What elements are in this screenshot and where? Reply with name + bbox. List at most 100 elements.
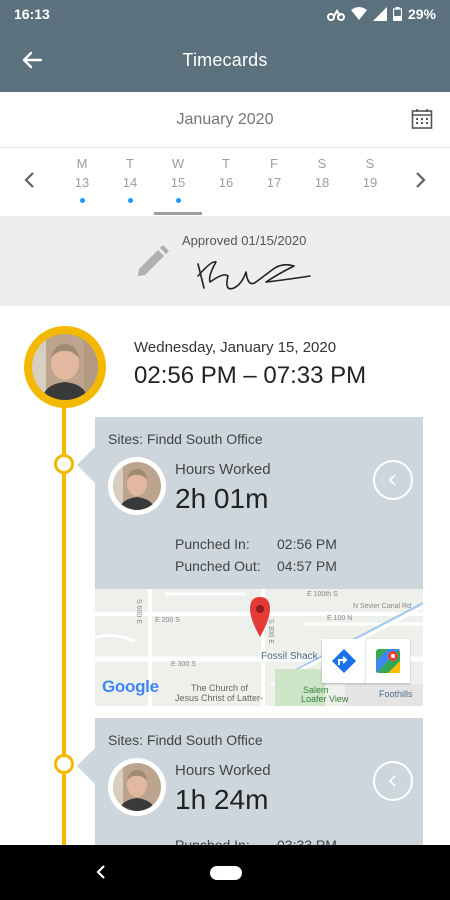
day-letter: S <box>365 156 375 171</box>
google-logo: Google <box>102 677 159 696</box>
next-week-button[interactable] <box>408 168 432 192</box>
signature-image <box>197 260 311 290</box>
map-street-label: S 600 E <box>135 599 142 624</box>
map-street-label: N Sevier Canal Rd <box>353 603 411 610</box>
punched-out-time: 04:57 PM <box>277 558 337 574</box>
bluetooth-icon <box>326 9 345 21</box>
day-number: 19 <box>362 175 378 190</box>
approval-section: Approved 01/15/2020 <box>0 216 450 306</box>
map-street-label: E 200 S <box>155 617 180 624</box>
shift-time-range: 02:56 PM – 07:33 PM <box>134 362 367 389</box>
timeline-node <box>54 754 74 774</box>
day-monday[interactable]: M 13 <box>62 156 102 203</box>
selected-day-indicator <box>154 212 202 215</box>
status-bar: 16:13 29% <box>0 0 450 28</box>
chevron-left-icon <box>388 474 396 486</box>
status-icons: 29% <box>326 6 436 22</box>
user-avatar <box>24 326 106 408</box>
page-title: Timecards <box>182 49 268 70</box>
day-number: 17 <box>266 175 282 190</box>
punched-out-row: Punched Out: 04:57 PM <box>175 558 337 574</box>
day-letter: W <box>171 156 185 171</box>
map-street-label: S 300 E <box>267 619 274 644</box>
punch-card[interactable]: Sites: Findd South Office Hours Worked 1… <box>77 718 423 853</box>
day-wednesday[interactable]: W 15 <box>158 156 198 203</box>
avatar-photo <box>32 334 98 400</box>
day-letter: T <box>222 156 230 171</box>
punch-card[interactable]: Sites: Findd South Office Hours Worked 2… <box>77 417 423 589</box>
chevron-left-icon <box>388 775 396 787</box>
card-site: Sites: Findd South Office <box>108 732 263 748</box>
entry-dot <box>175 198 181 203</box>
day-number: 18 <box>314 175 330 190</box>
app-bar: Timecards <box>0 28 450 92</box>
day-number: 15 <box>170 175 186 190</box>
map-street-label: E 100th S <box>307 591 338 598</box>
day-friday[interactable]: F 17 <box>254 156 294 192</box>
day-letter: T <box>126 156 134 171</box>
directions-icon <box>332 649 356 673</box>
open-in-maps-button[interactable] <box>366 639 410 683</box>
map-place-label: Loafer View <box>301 694 349 704</box>
previous-week-button[interactable] <box>18 168 42 192</box>
system-nav-bar <box>0 845 450 900</box>
day-saturday[interactable]: S 18 <box>302 156 342 192</box>
timecards-screen: 16:13 29% Timecards January 2020 M 13 T … <box>0 0 450 900</box>
signal-icon <box>372 7 387 21</box>
day-thursday[interactable]: T 16 <box>206 156 246 192</box>
chevron-left-icon <box>96 865 105 879</box>
map-place-label: Fossil Shack <box>261 651 318 662</box>
month-header: January 2020 <box>0 92 450 148</box>
hours-worked-value: 1h 24m <box>175 784 269 815</box>
chevron-left-icon <box>24 172 34 188</box>
card-pointer <box>77 748 95 784</box>
map-street-label: E 100 N <box>327 615 353 622</box>
day-letter: M <box>76 156 88 171</box>
wifi-icon <box>350 7 367 20</box>
week-strip: M 13 T 14 W 15 T 16 F 17 S 18 S 19 <box>0 148 450 215</box>
battery-icon <box>392 7 402 21</box>
google-maps-icon <box>376 649 400 673</box>
edit-approval-button[interactable] <box>134 244 170 285</box>
card-expand-button[interactable] <box>373 761 413 801</box>
status-time: 16:13 <box>14 6 50 22</box>
back-button[interactable] <box>18 46 46 74</box>
map-place-label: Jesus Christ of Latter- <box>175 693 264 703</box>
map-place-label: The Church of <box>191 683 249 693</box>
hours-worked-label: Hours Worked <box>175 461 271 478</box>
calendar-button[interactable] <box>410 107 434 131</box>
battery-percent: 29% <box>407 6 436 22</box>
punched-in-row: Punched In: 02:56 PM <box>175 536 337 552</box>
day-number: 13 <box>74 175 90 190</box>
timeline-node <box>54 454 74 474</box>
directions-button[interactable] <box>322 639 366 683</box>
calendar-icon <box>411 109 433 129</box>
hours-worked-value: 2h 01m <box>175 483 269 514</box>
punched-in-time: 02:56 PM <box>277 536 337 552</box>
day-tuesday[interactable]: T 14 <box>110 156 150 203</box>
map-place-label: Foothills <box>379 689 413 699</box>
day-letter: F <box>270 156 278 171</box>
punched-in-label: Punched In: <box>175 536 250 552</box>
system-back-button[interactable] <box>90 861 112 883</box>
chevron-right-icon <box>416 172 426 188</box>
system-home-button[interactable] <box>210 866 242 880</box>
arrow-left-icon <box>22 51 42 69</box>
day-sunday[interactable]: S 19 <box>350 156 390 192</box>
punched-out-label: Punched Out: <box>175 558 261 574</box>
day-number: 14 <box>122 175 138 190</box>
day-letter: S <box>317 156 327 171</box>
pencil-icon <box>138 245 169 276</box>
map-street-label: E 300 S <box>171 661 196 668</box>
card-site: Sites: Findd South Office <box>108 431 263 447</box>
card-avatar <box>108 758 166 816</box>
entry-dot <box>127 198 133 203</box>
day-number: 16 <box>218 175 234 190</box>
month-label: January 2020 <box>176 110 274 128</box>
card-avatar <box>108 457 166 515</box>
approval-status: Approved 01/15/2020 <box>182 233 307 248</box>
hours-worked-label: Hours Worked <box>175 762 271 779</box>
card-expand-button[interactable] <box>373 460 413 500</box>
card-pointer <box>77 447 95 483</box>
entry-dot <box>79 198 85 203</box>
